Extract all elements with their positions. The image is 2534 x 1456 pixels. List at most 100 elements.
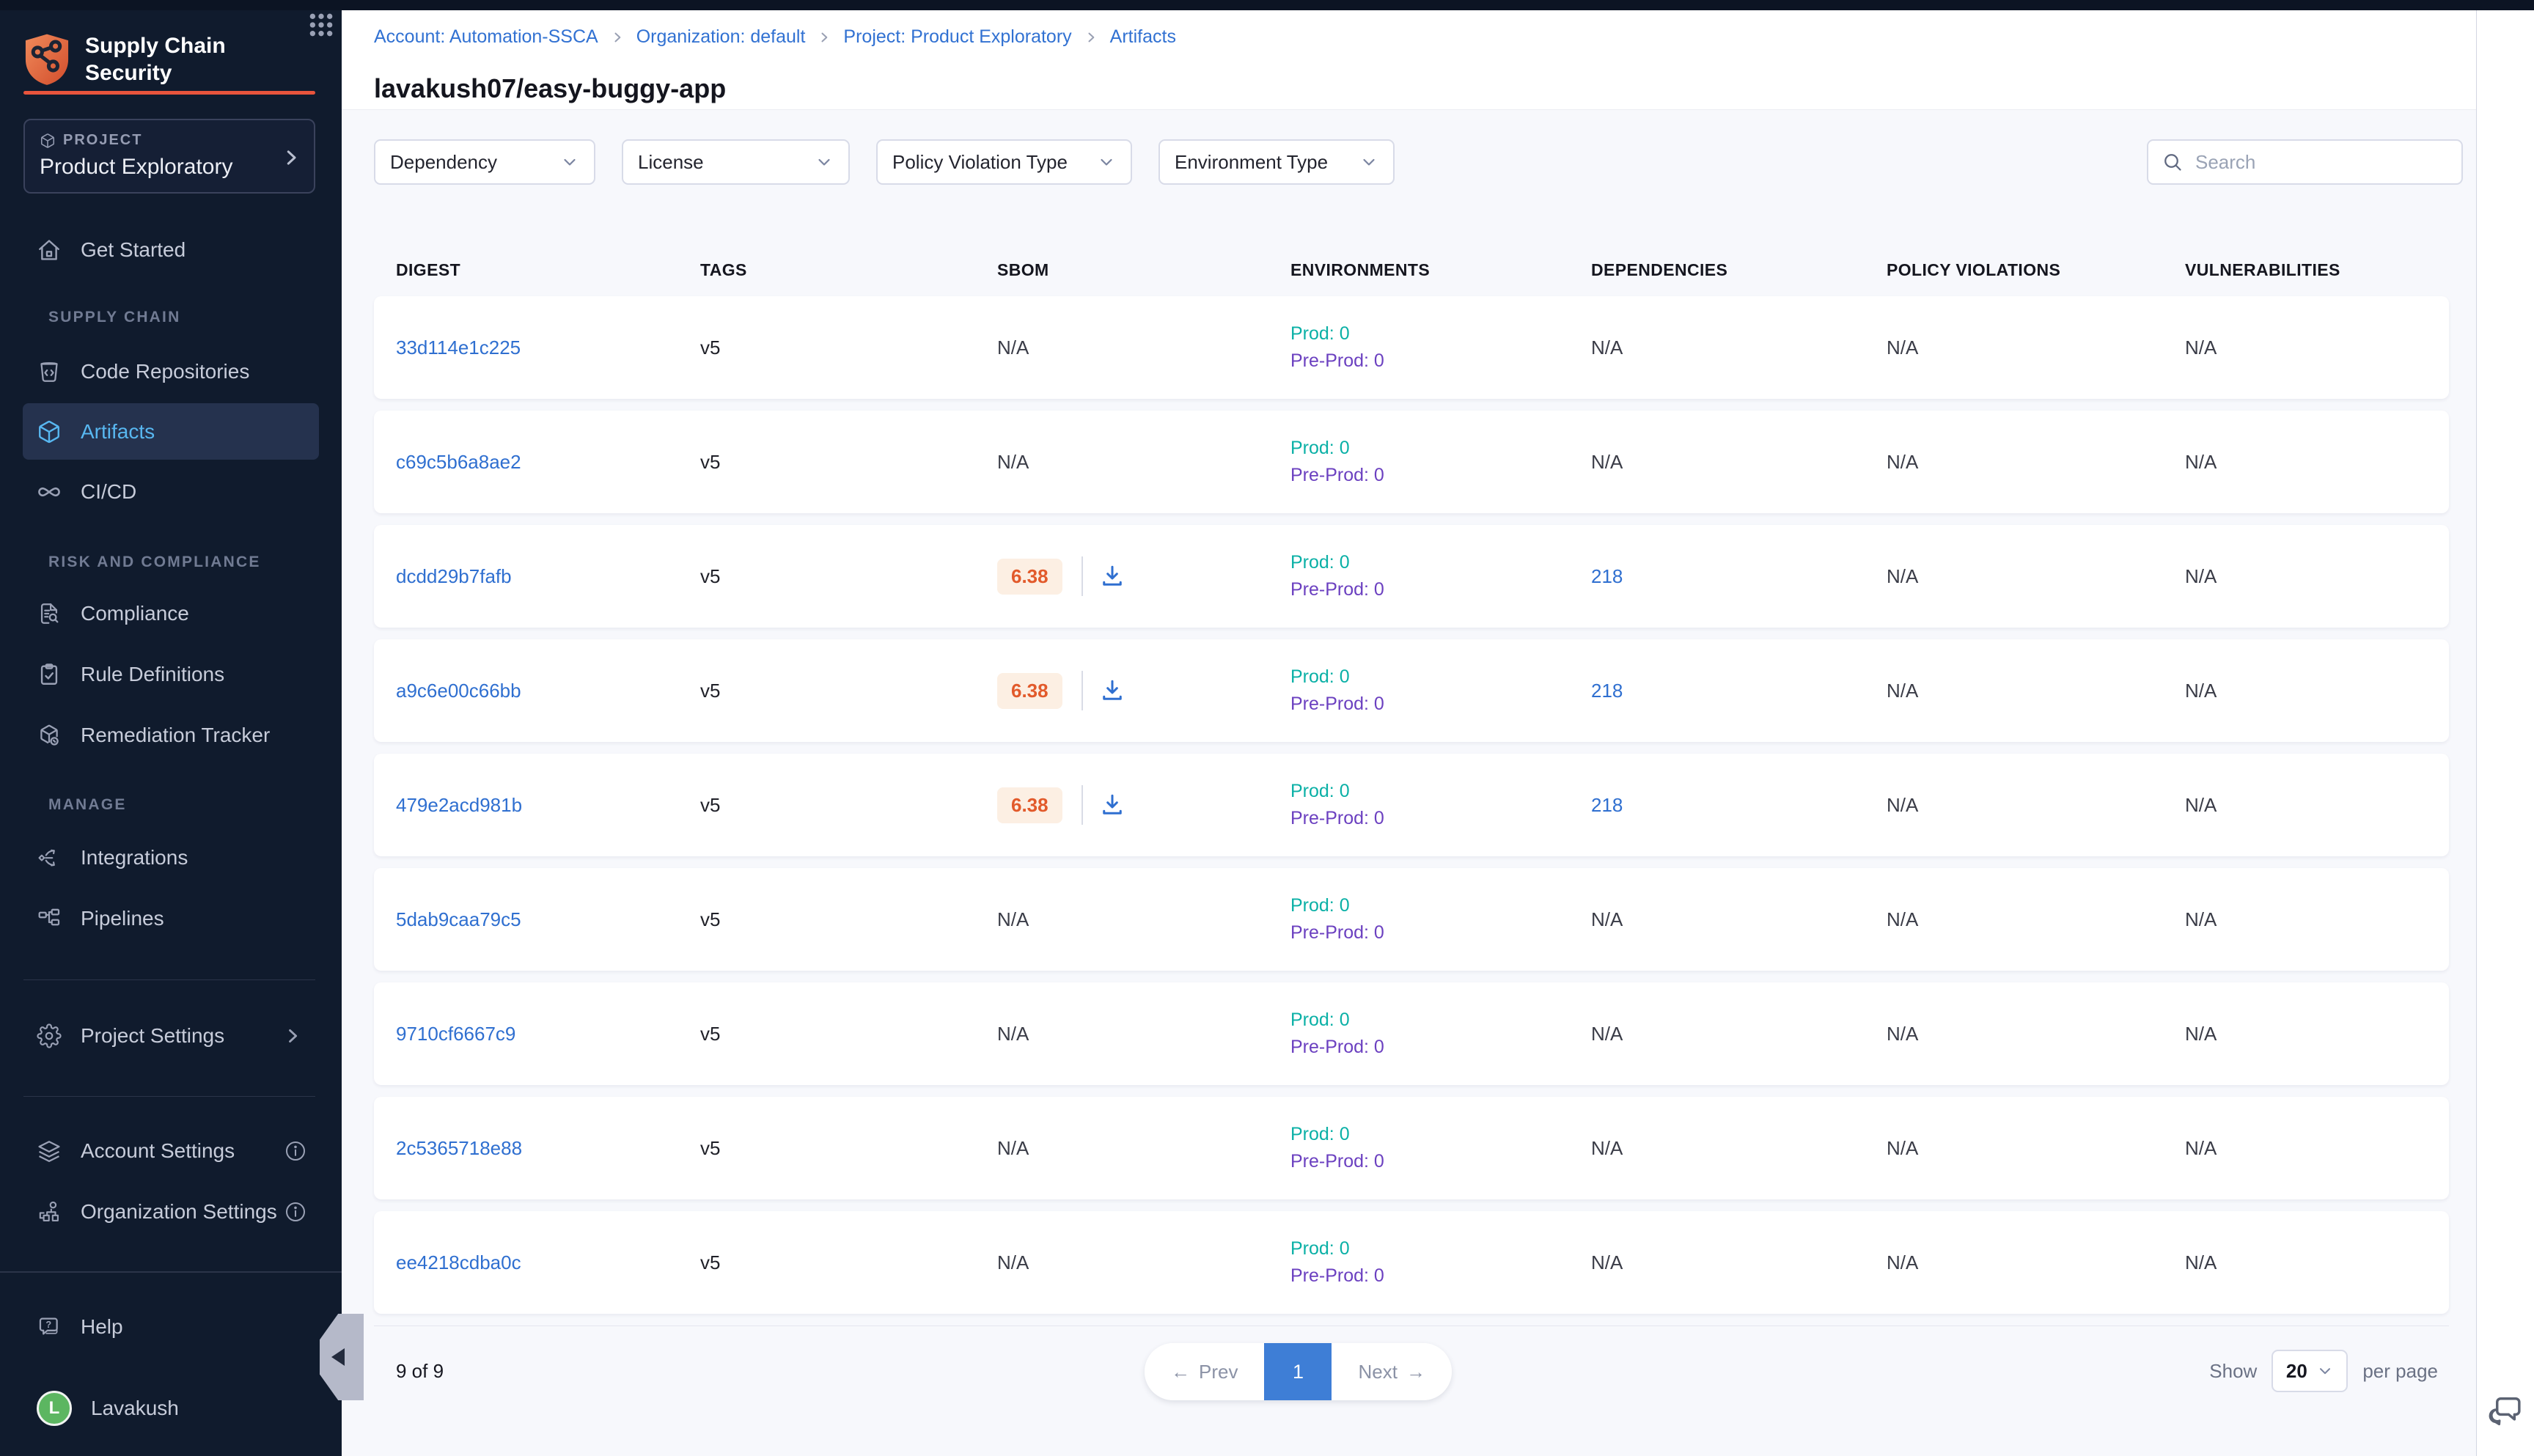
- sidebar-item-code-repositories[interactable]: Code Repositories: [23, 343, 319, 400]
- digest-link[interactable]: ee4218cdba0c: [396, 1251, 521, 1273]
- sidebar-item-rule-definitions[interactable]: Rule Definitions: [23, 646, 319, 702]
- sbom-cell: N/A: [997, 1137, 1290, 1160]
- sidebar-item-account-settings[interactable]: Account Settings: [23, 1122, 319, 1179]
- environments-cell: Prod: 0 Pre-Prod: 0: [1290, 778, 1591, 832]
- project-name: Product Exploratory: [40, 155, 299, 180]
- breadcrumb-account-link[interactable]: Account: Automation-SSCA: [374, 26, 598, 48]
- sidebar-item-compliance[interactable]: Compliance: [23, 585, 319, 641]
- digest-link[interactable]: 2c5365718e88: [396, 1137, 522, 1159]
- page-size-control: Show 20 per page: [2209, 1337, 2438, 1405]
- sidebar-item-get-started[interactable]: Get Started: [23, 221, 319, 278]
- download-sbom-button[interactable]: [1099, 677, 1125, 704]
- download-sbom-button[interactable]: [1099, 792, 1125, 818]
- vulnerabilities-cell: N/A: [2185, 1137, 2449, 1160]
- search-box: [2147, 139, 2463, 185]
- page-number-button[interactable]: 1: [1264, 1343, 1332, 1400]
- env-preprod: Pre-Prod: 0: [1290, 348, 1591, 375]
- policy-violations-cell: N/A: [1887, 337, 2185, 359]
- chat-bubbles-icon[interactable]: [2486, 1391, 2524, 1430]
- column-header-digest: DIGEST: [396, 260, 700, 280]
- digest-link[interactable]: 479e2acd981b: [396, 794, 522, 816]
- info-icon[interactable]: [284, 1200, 307, 1224]
- show-label: Show: [2209, 1360, 2257, 1383]
- breadcrumb-organization-link[interactable]: Organization: default: [636, 26, 806, 48]
- pager: ← Prev 1 Next →: [1145, 1343, 1452, 1400]
- env-preprod: Pre-Prod: 0: [1290, 919, 1591, 946]
- result-count: 9 of 9: [396, 1337, 444, 1405]
- tags-cell: v5: [700, 337, 997, 359]
- chevron-right-icon: [280, 147, 302, 169]
- download-sbom-button[interactable]: [1099, 563, 1125, 589]
- info-icon[interactable]: [284, 1139, 307, 1163]
- sidebar-item-label: Remediation Tracker: [81, 724, 270, 747]
- dependencies-cell: N/A: [1591, 1251, 1887, 1274]
- sbom-score-badge[interactable]: 6.38: [997, 559, 1062, 595]
- dependencies-cell: N/A: [1591, 1137, 1887, 1160]
- sidebar-item-label: Help: [81, 1315, 123, 1339]
- sbom-cell: 6.38: [997, 785, 1290, 825]
- prev-label: Prev: [1199, 1361, 1238, 1383]
- breadcrumb-separator-icon: [1084, 30, 1098, 45]
- breadcrumb-project-link[interactable]: Project: Product Exploratory: [843, 26, 1071, 48]
- digest-link[interactable]: 9710cf6667c9: [396, 1023, 515, 1045]
- sbom-score-badge[interactable]: 6.38: [997, 787, 1062, 823]
- sidebar-item-help[interactable]: Help: [23, 1298, 319, 1355]
- user-menu[interactable]: L Lavakush: [23, 1380, 319, 1436]
- code-repo-icon: [37, 359, 62, 384]
- dependency-filter-dropdown[interactable]: Dependency: [374, 139, 595, 185]
- filters-toolbar: Dependency License Policy Violation Type…: [374, 139, 2463, 185]
- vulnerabilities-cell: N/A: [2185, 680, 2449, 702]
- dependencies-link[interactable]: 218: [1591, 680, 1623, 702]
- environments-cell: Prod: 0 Pre-Prod: 0: [1290, 1235, 1591, 1290]
- page-size-dropdown[interactable]: 20: [2272, 1350, 2348, 1392]
- sidebar-item-organization-settings[interactable]: Organization Settings: [23, 1183, 319, 1240]
- digest-link[interactable]: dcdd29b7fafb: [396, 565, 512, 587]
- sidebar-item-cicd[interactable]: CI/CD: [23, 463, 319, 520]
- policy-violations-cell: N/A: [1887, 1137, 2185, 1160]
- policy-violation-type-filter-dropdown[interactable]: Policy Violation Type: [876, 139, 1132, 185]
- sidebar-item-label: Account Settings: [81, 1139, 235, 1163]
- sidebar-item-artifacts[interactable]: Artifacts: [23, 403, 319, 460]
- window-top-strip: [0, 0, 2534, 10]
- environment-type-filter-dropdown[interactable]: Environment Type: [1158, 139, 1395, 185]
- table-row: dcdd29b7fafb v5 6.38 Prod: 0 Pre-Prod: 0…: [374, 525, 2449, 628]
- env-preprod: Pre-Prod: 0: [1290, 1148, 1591, 1175]
- prev-page-button[interactable]: ← Prev: [1145, 1343, 1264, 1400]
- sidebar-item-label: Project Settings: [81, 1024, 224, 1048]
- filter-label: License: [638, 151, 704, 174]
- app-grid-icon[interactable]: [306, 10, 336, 40]
- sbom-score-badge[interactable]: 6.38: [997, 673, 1062, 709]
- sidebar-item-label: Organization Settings: [81, 1200, 277, 1224]
- license-filter-dropdown[interactable]: License: [622, 139, 850, 185]
- sidebar-item-integrations[interactable]: Integrations: [23, 829, 319, 886]
- dependencies-link[interactable]: 218: [1591, 794, 1623, 816]
- tags-cell: v5: [700, 1023, 997, 1045]
- breadcrumb-artifacts-link[interactable]: Artifacts: [1110, 26, 1176, 48]
- column-header-policy-violations: POLICY VIOLATIONS: [1887, 260, 2185, 280]
- infinity-icon: [37, 479, 62, 504]
- digest-link[interactable]: 5dab9caa79c5: [396, 908, 521, 930]
- sidebar-item-project-settings[interactable]: Project Settings: [23, 1007, 319, 1064]
- column-header-environments: ENVIRONMENTS: [1290, 260, 1591, 280]
- divider: [23, 1096, 315, 1097]
- user-name: Lavakush: [91, 1397, 179, 1420]
- section-supply-chain: SUPPLY CHAIN: [48, 309, 180, 326]
- project-selector[interactable]: PROJECT Product Exploratory: [23, 119, 315, 194]
- chevron-down-icon: [815, 152, 834, 172]
- env-prod: Prod: 0: [1290, 320, 1591, 348]
- env-preprod: Pre-Prod: 0: [1290, 1262, 1591, 1290]
- digest-link[interactable]: a9c6e00c66bb: [396, 680, 521, 702]
- page-size-value: 20: [2286, 1360, 2307, 1383]
- dependencies-link[interactable]: 218: [1591, 565, 1623, 587]
- sidebar-item-pipelines[interactable]: Pipelines: [23, 890, 319, 946]
- search-input[interactable]: [2194, 150, 2448, 174]
- digest-link[interactable]: c69c5b6a8ae2: [396, 451, 521, 473]
- filter-label: Dependency: [390, 151, 497, 174]
- dependencies-cell: N/A: [1591, 337, 1887, 359]
- chevron-down-icon: [1359, 152, 1378, 172]
- sidebar-item-remediation-tracker[interactable]: Remediation Tracker: [23, 707, 319, 763]
- next-page-button[interactable]: Next →: [1332, 1343, 1451, 1400]
- search-icon: [2162, 151, 2184, 173]
- env-prod: Prod: 0: [1290, 778, 1591, 805]
- digest-link[interactable]: 33d114e1c225: [396, 337, 521, 359]
